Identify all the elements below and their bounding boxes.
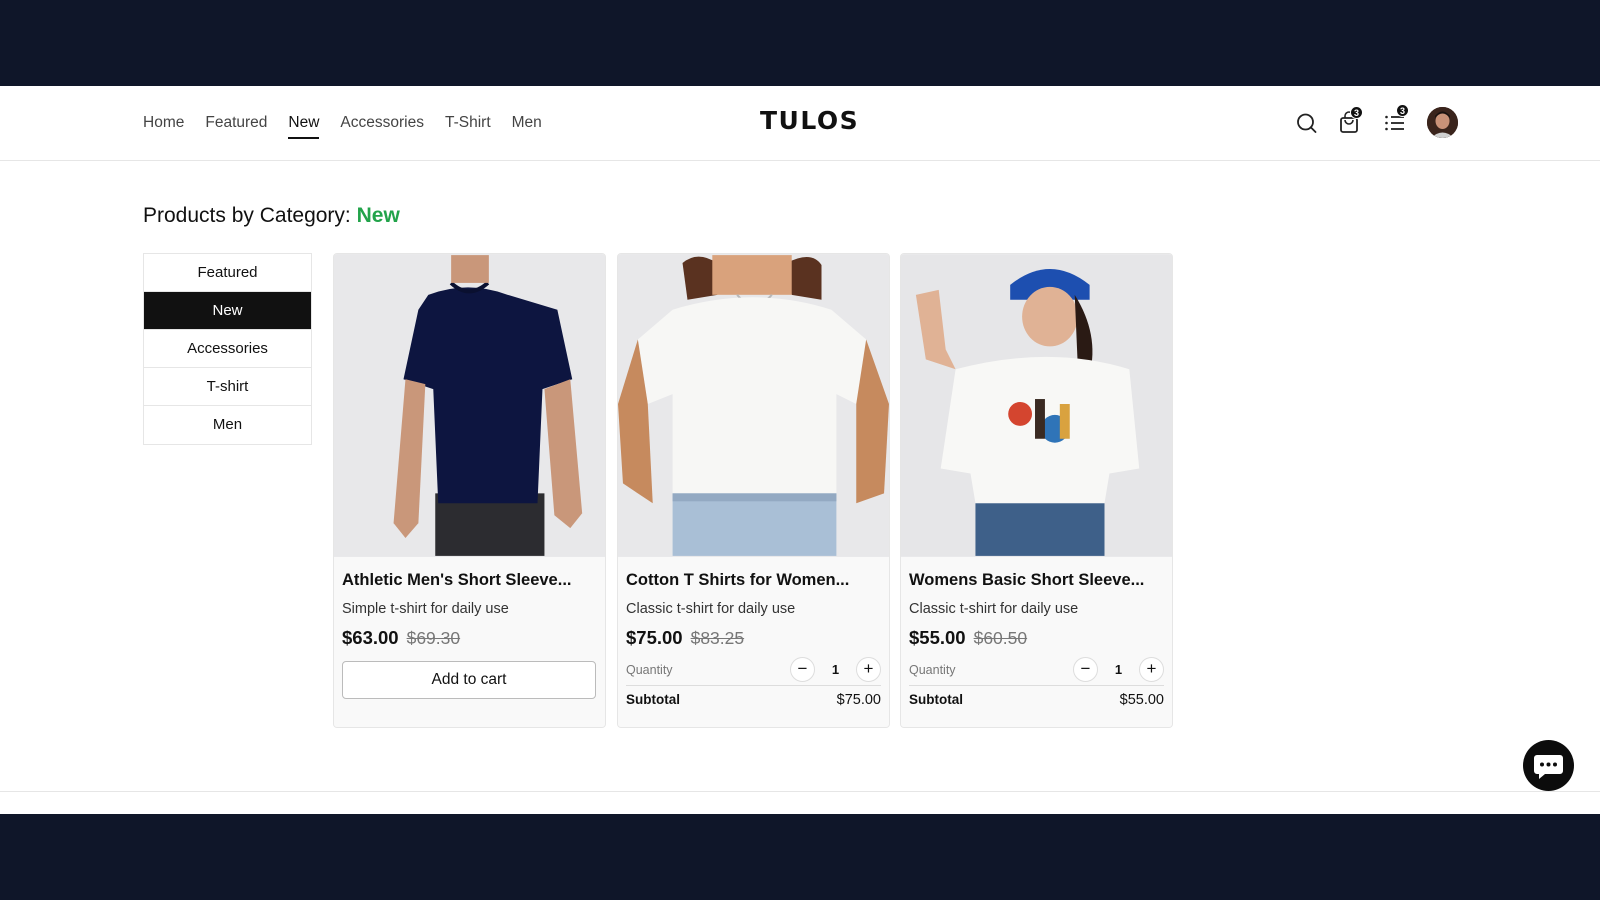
product-old-price: $60.50	[973, 628, 1028, 648]
nav-men[interactable]: Men	[512, 112, 542, 139]
main-nav: Home Featured New Accessories T-Shirt Me…	[143, 112, 542, 139]
add-to-cart-button[interactable]: Add to cart	[342, 661, 596, 699]
top-dark-band	[0, 0, 1600, 86]
product-old-price: $69.30	[406, 628, 461, 648]
product-prices: $55.00 $60.50	[909, 627, 1164, 649]
avatar[interactable]	[1427, 107, 1458, 138]
product-info: Athletic Men's Short Sleeve... Simple t-…	[334, 557, 605, 727]
product-description: Classic t-shirt for daily use	[626, 601, 796, 617]
nav-new[interactable]: New	[288, 112, 320, 139]
product-price: $75.00	[626, 627, 683, 648]
nav-featured[interactable]: Featured	[205, 112, 267, 139]
chat-bubble-icon	[1534, 755, 1563, 779]
category-sidebar: Featured New Accessories T-shirt Men	[143, 253, 312, 445]
quantity-value: 1	[831, 662, 840, 677]
subtotal-label: Subtotal	[626, 692, 680, 707]
category-t-shirt[interactable]: T-shirt	[144, 368, 311, 406]
chat-button[interactable]	[1523, 740, 1574, 791]
increase-quantity-button[interactable]: +	[856, 657, 881, 682]
product-old-price: $83.25	[690, 628, 745, 648]
cart-count-badge: 3	[1350, 106, 1363, 119]
product-card: Cotton T Shirts for Women... Classic t-s…	[617, 253, 890, 728]
product-price: $63.00	[342, 627, 399, 648]
increase-quantity-button[interactable]: +	[1139, 657, 1164, 682]
product-name[interactable]: Athletic Men's Short Sleeve...	[342, 571, 597, 590]
footer-divider	[0, 791, 1600, 792]
quantity-value: 1	[1114, 662, 1123, 677]
category-featured[interactable]: Featured	[144, 254, 311, 292]
decrease-quantity-button[interactable]: −	[790, 657, 815, 682]
product-prices: $63.00 $69.30	[342, 627, 597, 649]
product-image[interactable]	[618, 254, 889, 557]
site-logo[interactable]: TULOS	[760, 106, 859, 135]
category-new[interactable]: New	[144, 292, 311, 330]
subtotal-label: Subtotal	[909, 692, 963, 707]
page-title-prefix: Products by Category:	[143, 204, 351, 227]
product-info: Womens Basic Short Sleeve... Classic t-s…	[901, 557, 1172, 727]
decrease-quantity-button[interactable]: −	[1073, 657, 1098, 682]
subtotal-value: $75.00	[836, 692, 881, 708]
quantity-label: Quantity	[909, 662, 956, 677]
product-prices: $75.00 $83.25	[626, 627, 881, 649]
quantity-row: Quantity − 1 +	[909, 657, 1164, 686]
bottom-dark-band	[0, 814, 1600, 900]
nav-accessories[interactable]: Accessories	[340, 112, 424, 139]
product-card: Womens Basic Short Sleeve... Classic t-s…	[900, 253, 1173, 728]
nav-home[interactable]: Home	[143, 112, 184, 139]
product-name[interactable]: Womens Basic Short Sleeve...	[909, 571, 1164, 590]
site-header: Home Featured New Accessories T-Shirt Me…	[0, 86, 1600, 161]
page: Home Featured New Accessories T-Shirt Me…	[0, 86, 1600, 814]
subtotal-value: $55.00	[1119, 692, 1164, 708]
category-accessories[interactable]: Accessories	[144, 330, 311, 368]
list-icon[interactable]: 3	[1380, 104, 1410, 138]
quantity-row: Quantity − 1 +	[626, 657, 881, 686]
quantity-label: Quantity	[626, 662, 673, 677]
product-price: $55.00	[909, 627, 966, 648]
page-title: Products by Category: New	[143, 204, 400, 228]
product-image[interactable]	[334, 254, 605, 557]
shopping-bag-icon[interactable]: 3	[1334, 106, 1364, 138]
category-men[interactable]: Men	[144, 406, 311, 444]
subtotal-row: Subtotal $55.00	[909, 692, 1164, 708]
subtotal-row: Subtotal $75.00	[626, 692, 881, 708]
product-description: Simple t-shirt for daily use	[342, 601, 509, 617]
product-description: Classic t-shirt for daily use	[909, 601, 1079, 617]
search-icon[interactable]	[1292, 108, 1322, 138]
product-info: Cotton T Shirts for Women... Classic t-s…	[618, 557, 889, 727]
orders-count-badge: 3	[1396, 104, 1409, 117]
product-name[interactable]: Cotton T Shirts for Women...	[626, 571, 881, 590]
product-card: Athletic Men's Short Sleeve... Simple t-…	[333, 253, 606, 728]
page-title-category: New	[356, 204, 400, 227]
nav-t-shirt[interactable]: T-Shirt	[445, 112, 491, 139]
product-image[interactable]	[901, 254, 1172, 557]
